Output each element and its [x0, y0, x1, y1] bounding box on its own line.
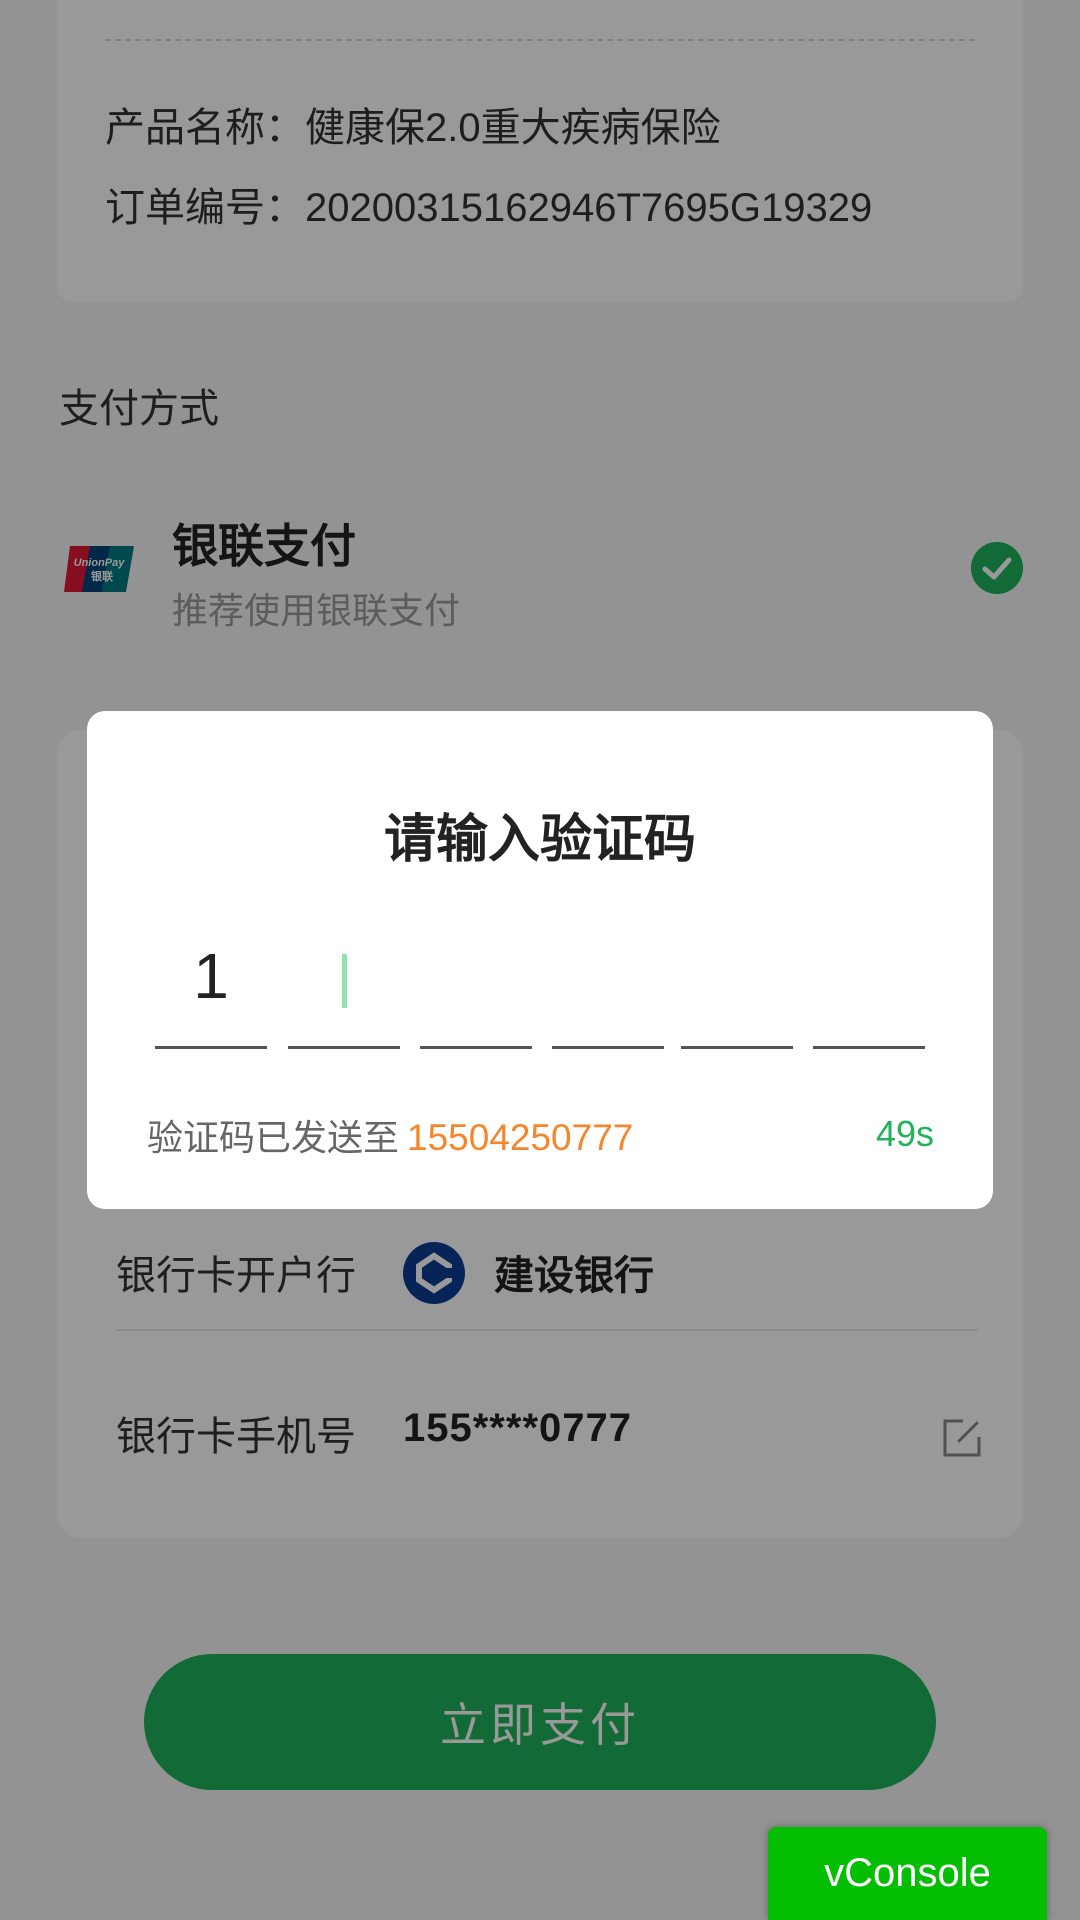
- code-digit-4[interactable]: [552, 921, 664, 1049]
- text-cursor: [341, 954, 347, 1009]
- code-digit-6[interactable]: [813, 921, 925, 1049]
- modal-title: 请输入验证码: [383, 811, 696, 869]
- vconsole-button[interactable]: vConsole: [768, 1827, 1047, 1920]
- code-sent-prefix: 验证码已发送至: [147, 1117, 400, 1158]
- code-digit-2[interactable]: [288, 921, 400, 1049]
- code-digit-5[interactable]: [681, 921, 793, 1049]
- code-digit-1[interactable]: 1: [155, 921, 267, 1049]
- code-sent-phone: 15504250777: [407, 1117, 634, 1158]
- verification-code-modal: 请输入验证码 1 验证码已发送至 15504250777 49s: [87, 711, 993, 1209]
- code-sent-notice: 验证码已发送至 15504250777: [147, 1109, 633, 1161]
- payment-page: 产品名称：健康保2.0重大疾病保险 订单编号：20200315162946T76…: [0, 0, 1080, 1920]
- code-digit-3[interactable]: [420, 921, 532, 1049]
- resend-countdown[interactable]: 49s: [876, 1113, 934, 1155]
